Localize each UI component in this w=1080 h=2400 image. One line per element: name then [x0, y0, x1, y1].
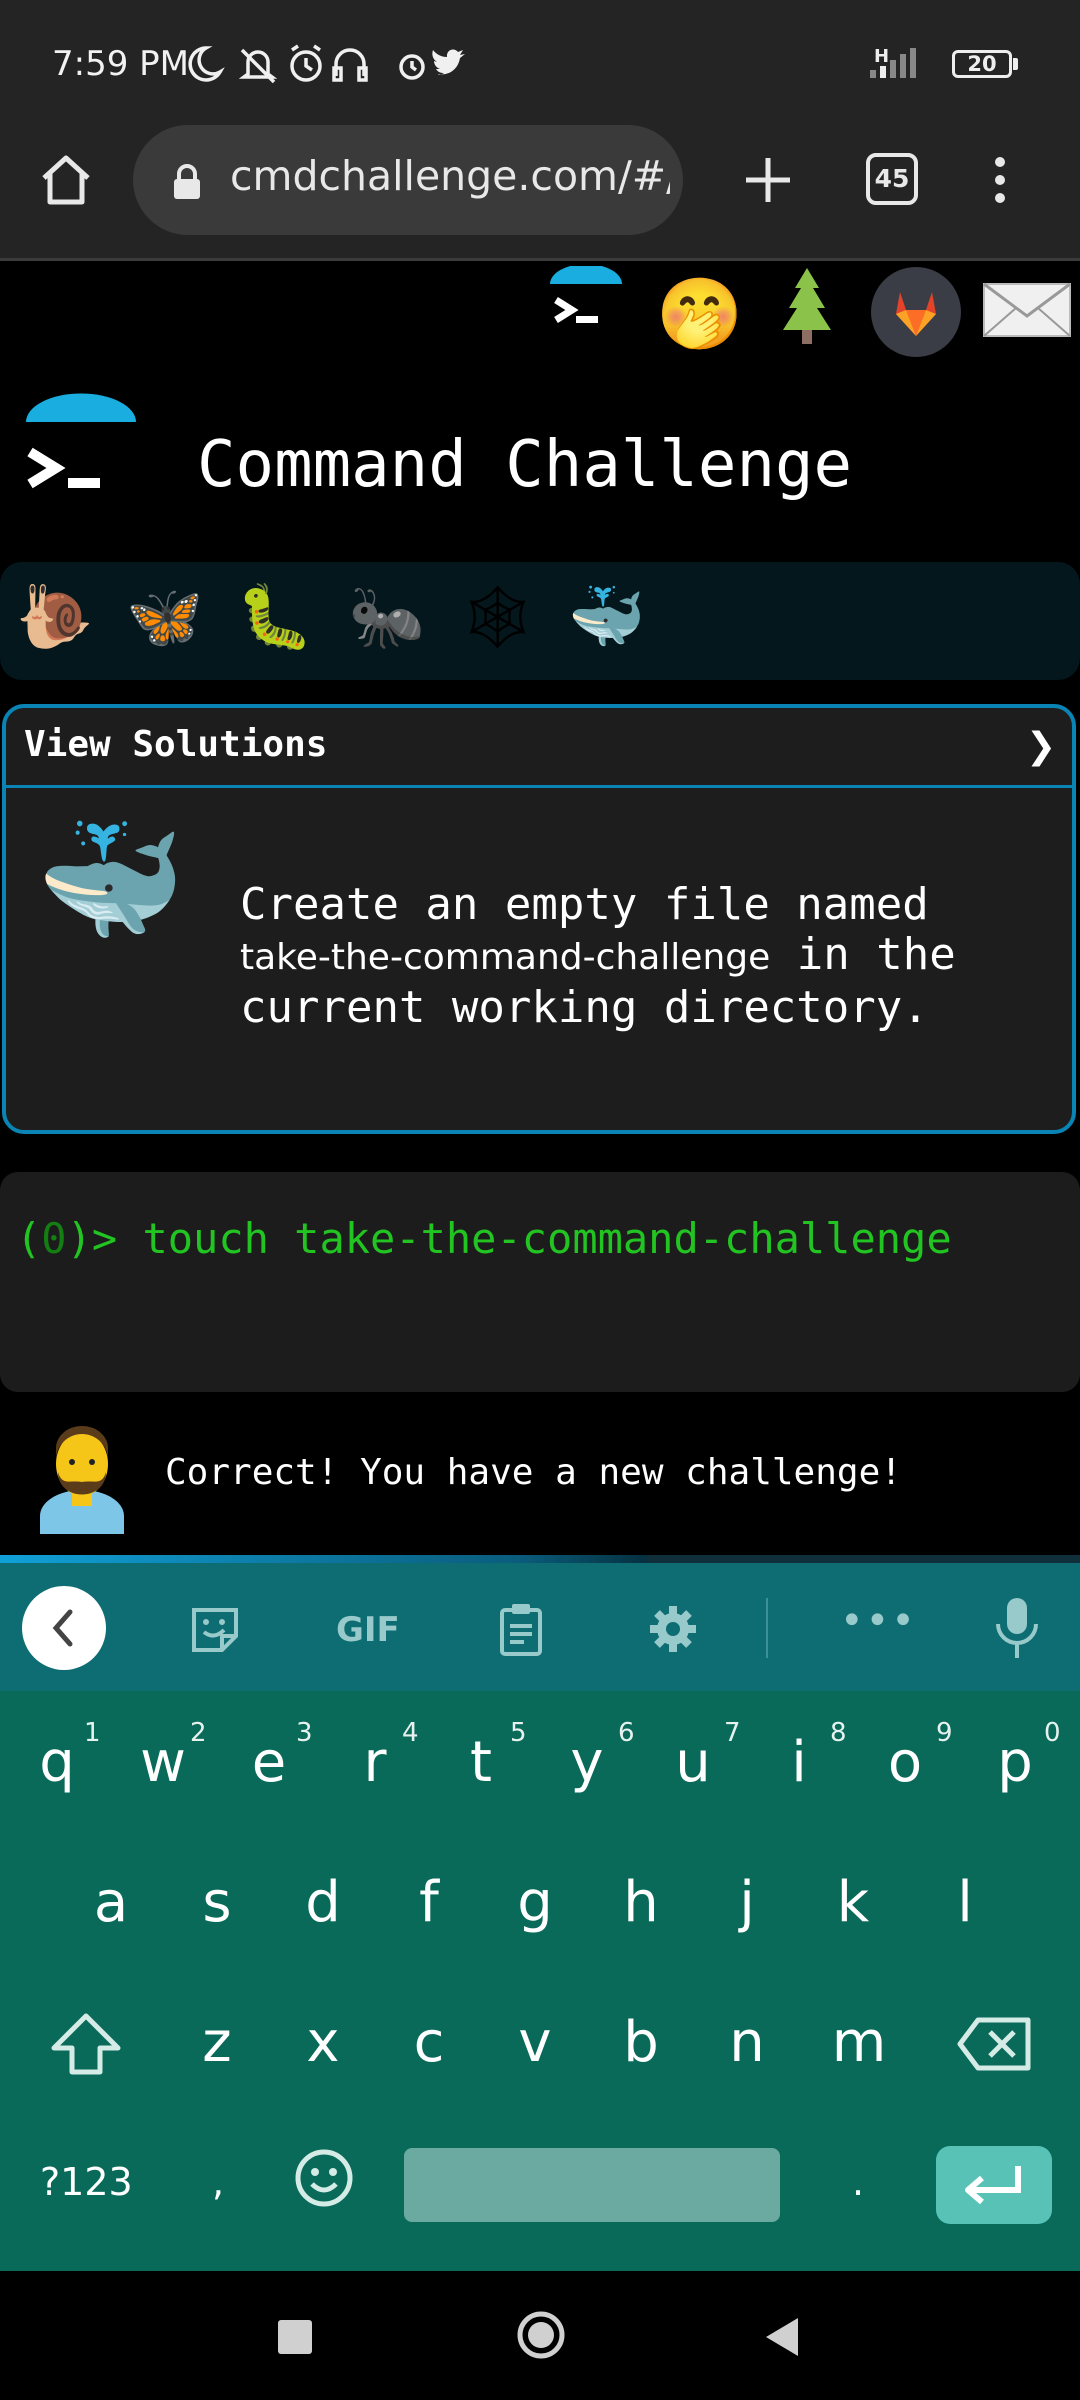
- terminal-logo-icon[interactable]: [548, 264, 624, 342]
- tab-switcher-button[interactable]: 45: [866, 153, 918, 205]
- key-hint-7: 7: [724, 1718, 741, 1748]
- home-nav-icon[interactable]: [516, 2310, 566, 2360]
- prompt-open: (: [16, 1214, 42, 1263]
- shift-icon[interactable]: [50, 2012, 122, 2076]
- key-x[interactable]: x: [278, 2010, 368, 2075]
- challenge-text-before: Create an empty file named: [240, 879, 929, 930]
- toolbar-divider: [766, 1598, 768, 1658]
- new-tab-icon[interactable]: [738, 148, 798, 212]
- status-notification-icons: [186, 44, 476, 84]
- whale-icon: 🐳: [36, 812, 186, 951]
- progress-bar: [0, 1555, 648, 1563]
- period-key[interactable]: .: [852, 2160, 864, 2204]
- level-snail-icon[interactable]: 🐌: [16, 580, 93, 654]
- feedback-message: Correct! You have a new challenge!: [165, 1452, 902, 1493]
- more-options-icon[interactable]: •••: [840, 1598, 917, 1644]
- chevron-left-icon: [52, 1609, 73, 1647]
- page-title: Command Challenge: [197, 428, 853, 502]
- key-v[interactable]: v: [490, 2010, 580, 2075]
- level-whale-icon[interactable]: 🐳: [568, 580, 645, 654]
- challenge-filename: take-the-command-challenge: [240, 937, 771, 978]
- keyboard-back-button[interactable]: [22, 1586, 106, 1670]
- recent-apps-icon[interactable]: [278, 2320, 312, 2354]
- key-h[interactable]: h: [596, 1870, 686, 1935]
- key-hint-1: 1: [84, 1718, 101, 1748]
- chevron-right-icon[interactable]: ❯: [1026, 726, 1056, 767]
- key-j[interactable]: j: [702, 1870, 792, 1935]
- challenge-description: Create an empty file named take-the-comm…: [240, 880, 1040, 1033]
- key-a[interactable]: a: [66, 1870, 156, 1935]
- home-icon[interactable]: [36, 150, 96, 210]
- level-caterpillar-icon[interactable]: 🐛: [236, 580, 313, 654]
- lock-icon: [170, 164, 204, 200]
- key-z[interactable]: z: [172, 2010, 262, 2075]
- key-n[interactable]: n: [702, 2010, 792, 2075]
- level-ant-icon[interactable]: 🐜: [348, 580, 425, 654]
- more-menu-icon[interactable]: [990, 150, 1010, 210]
- terminal-input-area[interactable]: [0, 1172, 1080, 1392]
- backspace-icon[interactable]: [956, 2016, 1032, 2072]
- key-g[interactable]: g: [490, 1870, 580, 1935]
- gif-button[interactable]: GIF: [336, 1610, 400, 1650]
- microphone-icon[interactable]: [990, 1596, 1044, 1662]
- key-hint-6: 6: [618, 1718, 635, 1748]
- key-d[interactable]: d: [278, 1870, 368, 1935]
- key-s[interactable]: s: [172, 1870, 262, 1935]
- level-spider-web-icon[interactable]: 🕸: [458, 580, 537, 654]
- key-hint-8: 8: [830, 1718, 847, 1748]
- enter-icon: [965, 2166, 1021, 2205]
- battery-indicator: 20: [952, 50, 1012, 78]
- gear-icon[interactable]: [646, 1602, 700, 1656]
- level-butterfly-icon[interactable]: 🦋: [126, 580, 203, 654]
- command-challenge-logo-icon: [22, 392, 140, 508]
- emoji-icon[interactable]: [294, 2148, 354, 2208]
- clipboard-icon[interactable]: [494, 1602, 548, 1656]
- command-text[interactable]: touch take-the-command-challenge: [117, 1214, 951, 1263]
- key-k[interactable]: k: [808, 1870, 898, 1935]
- key-m[interactable]: m: [814, 2010, 904, 2075]
- bearded-man-avatar-icon: [36, 1420, 128, 1534]
- battery-tip: [1013, 58, 1018, 70]
- sticker-icon[interactable]: [188, 1602, 242, 1656]
- prompt-close: )>: [66, 1214, 118, 1263]
- back-nav-icon[interactable]: [762, 2316, 802, 2358]
- view-solutions-label[interactable]: View Solutions: [24, 724, 327, 765]
- comma-key[interactable]: ,: [212, 2160, 224, 2204]
- spacebar[interactable]: [404, 2148, 780, 2222]
- gitlab-icon[interactable]: [870, 266, 962, 358]
- tree-icon[interactable]: [775, 266, 839, 350]
- key-c[interactable]: c: [384, 2010, 474, 2075]
- key-hint-3: 3: [296, 1718, 313, 1748]
- signal-icon: [870, 40, 940, 80]
- key-hint-9: 9: [936, 1718, 953, 1748]
- key-b[interactable]: b: [596, 2010, 686, 2075]
- key-hint-0: 0: [1044, 1718, 1061, 1748]
- key-f[interactable]: f: [384, 1870, 474, 1935]
- enter-key[interactable]: [936, 2146, 1052, 2224]
- key-hint-5: 5: [510, 1718, 527, 1748]
- status-time: 7:59 PM: [52, 44, 189, 84]
- prompt-count: 0: [41, 1214, 67, 1263]
- symbols-key[interactable]: ?123: [40, 2160, 133, 2204]
- key-l[interactable]: l: [920, 1870, 1010, 1935]
- url-text[interactable]: cmdchallenge.com/#/: [230, 152, 670, 200]
- key-hint-4: 4: [402, 1718, 419, 1748]
- key-hint-2: 2: [190, 1718, 207, 1748]
- terminal-command-line[interactable]: (0)> touch take-the-command-challenge: [16, 1214, 952, 1263]
- face-with-hand-over-mouth-icon[interactable]: 🤭: [656, 274, 743, 354]
- envelope-icon[interactable]: [982, 282, 1072, 338]
